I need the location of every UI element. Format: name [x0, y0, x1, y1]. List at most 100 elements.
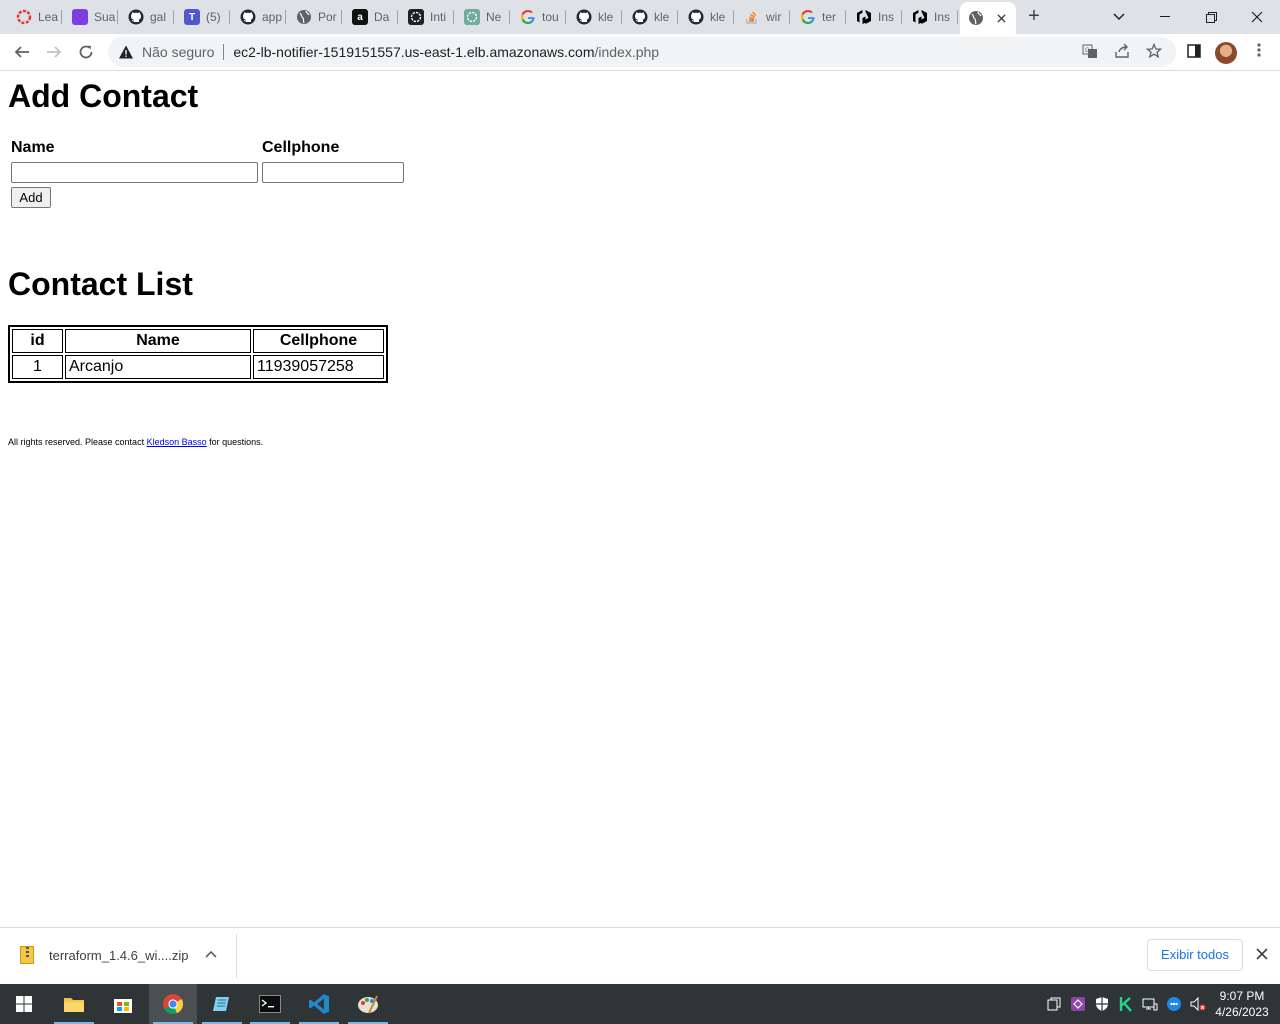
close-window-button[interactable]: [1234, 0, 1280, 34]
browser-tab[interactable]: T (5): [176, 4, 230, 30]
messenger-icon[interactable]: [1166, 996, 1182, 1012]
network-icon[interactable]: [1142, 996, 1158, 1012]
back-button[interactable]: [10, 40, 34, 64]
browser-tab[interactable]: Ne: [456, 4, 510, 30]
google-icon: [520, 9, 536, 25]
download-options-button[interactable]: [205, 947, 217, 961]
browser-tab[interactable]: a Da: [344, 4, 398, 30]
browser-tab[interactable]: Inti: [400, 4, 454, 30]
browser-tab[interactable]: kle: [568, 4, 622, 30]
name-input[interactable]: [11, 162, 258, 183]
url-text[interactable]: ec2-lb-notifier-1519151557.us-east-1.elb…: [233, 44, 659, 60]
omnibox-divider: [223, 44, 225, 60]
tab-title: Ins: [934, 10, 951, 24]
minimize-button[interactable]: [1142, 0, 1188, 34]
translate-icon[interactable]: G: [1081, 42, 1099, 60]
table-row: 1 Arcanjo 11939057258: [12, 355, 384, 379]
restore-button[interactable]: [1188, 0, 1234, 34]
browser-tab[interactable]: Por: [288, 4, 342, 30]
tab-separator: [173, 10, 174, 24]
speaker-muted-icon[interactable]: [1190, 996, 1206, 1012]
browser-tab[interactable]: kle: [680, 4, 734, 30]
contact-list-heading: Contact List: [8, 266, 193, 302]
taskbar-clock[interactable]: 9:07 PM 4/26/2023: [1210, 988, 1274, 1020]
tab-strip: + Lea Sua gal T (5) app Por a Da Inti Ne tou kle kle k…: [0, 0, 1280, 34]
zip-file-icon: [20, 946, 34, 964]
taskbar-notepad[interactable]: [198, 984, 246, 1024]
share-icon[interactable]: [1113, 42, 1131, 60]
taskbar-store[interactable]: [99, 984, 147, 1024]
tab-separator: [565, 10, 566, 24]
tab-separator: [789, 10, 790, 24]
tab-separator: [733, 10, 734, 24]
browser-tab[interactable]: Ins: [904, 4, 958, 30]
tab-separator: [453, 10, 454, 24]
tab-separator: [229, 10, 230, 24]
tab-separator: [845, 10, 846, 24]
add-button[interactable]: Add: [11, 187, 51, 208]
browser-tab[interactable]: app: [232, 4, 286, 30]
show-all-button[interactable]: Exibir todos: [1147, 939, 1243, 971]
taskbar-chrome[interactable]: [149, 984, 197, 1024]
cellphone-input[interactable]: [262, 162, 404, 183]
browser-tab[interactable]: Sua: [64, 4, 118, 30]
chrome-icon: [163, 994, 184, 1015]
menu-button[interactable]: [1250, 42, 1268, 62]
kotlin-k-icon[interactable]: [1118, 996, 1134, 1012]
tab-separator: [341, 10, 342, 24]
paint-palette-icon: [358, 995, 378, 1014]
cellphone-label: Cellphone: [262, 139, 340, 156]
cell-name: Arcanjo: [65, 355, 251, 379]
taskbar-paint[interactable]: [344, 984, 392, 1024]
globe-icon: [296, 9, 312, 25]
close-download-bar-button[interactable]: [1253, 945, 1271, 963]
security-label[interactable]: Não seguro: [142, 44, 214, 60]
browser-tab[interactable]: gal: [120, 4, 174, 30]
warning-triangle-icon: [118, 44, 134, 60]
github-icon: [688, 9, 704, 25]
contact-link[interactable]: Kledson Basso: [147, 437, 207, 447]
cell-id: 1: [12, 355, 63, 379]
shield-icon[interactable]: [1094, 996, 1110, 1012]
start-button[interactable]: [0, 984, 48, 1024]
browser-tab[interactable]: Ins: [848, 4, 902, 30]
forward-button[interactable]: [42, 40, 66, 64]
kebab-menu-icon: [1257, 43, 1261, 57]
reload-button[interactable]: [74, 40, 98, 64]
tab-title: ter: [822, 10, 837, 24]
purple-app-tray-icon[interactable]: [1070, 996, 1086, 1012]
bookmark-star-icon[interactable]: [1145, 42, 1163, 60]
taskbar-file-explorer[interactable]: [50, 984, 98, 1024]
taskbar-terminal[interactable]: [246, 984, 294, 1024]
browser-tab[interactable]: tou: [512, 4, 566, 30]
contacts-table: id Name Cellphone 1 Arcanjo 11939057258: [8, 325, 388, 383]
red-ring-icon: [16, 9, 32, 25]
browser-tab[interactable]: kle: [624, 4, 678, 30]
tab-separator: [621, 10, 622, 24]
browser-tab[interactable]: wir: [736, 4, 790, 30]
tab-search-button[interactable]: [1096, 0, 1142, 34]
taskbar-vscode[interactable]: [295, 984, 343, 1024]
task-view-icon[interactable]: [1046, 996, 1062, 1012]
chevron-up-icon: [205, 950, 217, 958]
tab-separator: [397, 10, 398, 24]
tab-active[interactable]: [960, 2, 1016, 34]
tab-title: Da: [374, 10, 390, 24]
profile-avatar[interactable]: [1215, 42, 1237, 64]
windows-taskbar: 9:07 PM 4/26/2023: [0, 984, 1280, 1024]
browser-tab[interactable]: ter: [792, 4, 846, 30]
side-panel-icon[interactable]: [1185, 42, 1203, 60]
tab-title: wir: [766, 10, 782, 24]
download-item[interactable]: terraform_1.4.6_wi....zip: [20, 946, 188, 964]
svg-text:G: G: [1085, 48, 1090, 54]
tab-separator: [509, 10, 510, 24]
new-tab-button[interactable]: +: [1024, 6, 1044, 26]
close-tab-icon[interactable]: [997, 10, 1006, 26]
address-bar[interactable]: Não seguro ec2-lb-notifier-1519151557.us…: [108, 37, 1176, 67]
browser-tab[interactable]: Lea: [8, 4, 62, 30]
letter-a-icon: a: [352, 9, 368, 25]
url-host: ec2-lb-notifier-1519151557.us-east-1.elb…: [233, 44, 595, 60]
reload-icon: [79, 45, 93, 59]
page-content: Add Contact Name Cellphone Add Contact L…: [0, 72, 1280, 927]
header-name: Name: [65, 329, 251, 353]
